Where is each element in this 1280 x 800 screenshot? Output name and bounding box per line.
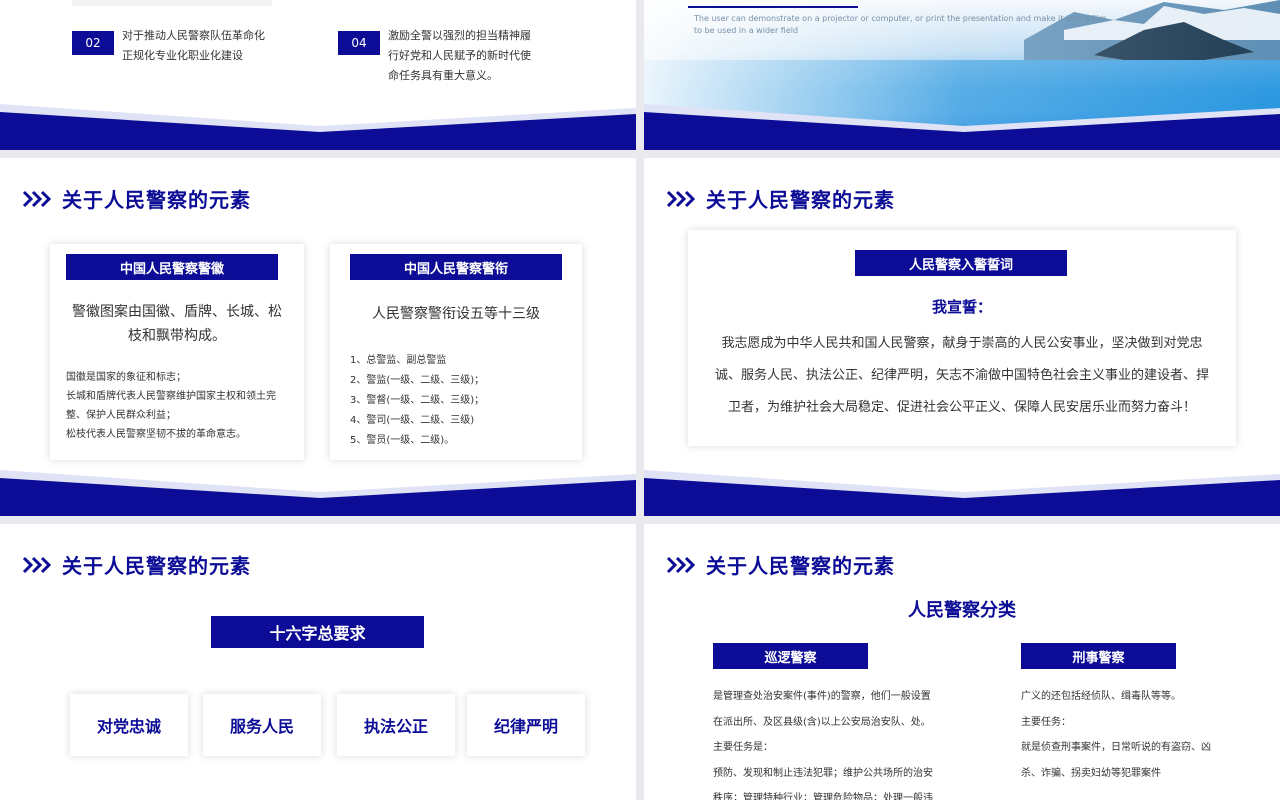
number-badge: 04 <box>338 31 380 55</box>
chevrons-icon <box>666 556 696 574</box>
requirement-card: 纪律严明 <box>467 694 585 756</box>
heading-text: 关于人民警察的元素 <box>62 188 251 212</box>
heading-text: 关于人民警察的元素 <box>706 188 895 212</box>
card-main-text: 人民警察警衔设五等十三级 <box>372 306 540 322</box>
title-underline <box>688 6 858 8</box>
column-text: 广义的还包括经侦队、缉毒队等等。 主要任务： 就是侦查刑事案件，日常听说的有盗窃… <box>1021 684 1241 786</box>
slide-heading: 关于人民警察的元素 <box>22 550 251 579</box>
chevrons-icon <box>22 556 52 574</box>
requirement-card: 执法公正 <box>337 694 455 756</box>
list-item: 国徽是国家的象征和标志； <box>66 372 186 383</box>
number-badge: 02 <box>72 31 114 55</box>
slide-thumbnail-3[interactable]: 关于人民警察的元素 中国人民警察警徽 警徽图案由国徽、盾牌、长城、松枝和飘带构成… <box>0 158 636 516</box>
requirement-card: 对党忠诚 <box>70 694 188 756</box>
list-item: 是管理查处治安案件(事件)的警察，他们一般设置 <box>713 691 931 702</box>
requirement-card: 服务人民 <box>203 694 321 756</box>
heading-text: 关于人民警察的元素 <box>62 554 251 578</box>
list-item: 长城和盾牌代表人民警察维护国家主权和领土完整、保护人民群众利益； <box>66 391 276 421</box>
bottom-wave-band <box>644 470 1280 516</box>
list-item: 广义的还包括经侦队、缉毒队等等。 <box>1021 691 1181 702</box>
heading-text: 关于人民警察的元素 <box>706 554 895 578</box>
caption-text: The user can demonstrate on a projector … <box>694 14 1107 35</box>
oath-title: 我宣誓： <box>931 298 992 316</box>
list-item: 4、警司(一级、二级、三级) <box>350 415 475 426</box>
bottom-wave-band <box>644 104 1280 150</box>
bottom-wave-band <box>0 104 636 150</box>
list-item: 主要任务： <box>1021 716 1071 728</box>
slide-heading: 关于人民警察的元素 <box>22 184 251 213</box>
chevrons-icon <box>666 190 696 208</box>
card-main-text: 警徽图案由国徽、盾牌、长城、松枝和飘带构成。 <box>72 304 282 344</box>
emblem-card: 中国人民警察警徽 警徽图案由国徽、盾牌、长城、松枝和飘带构成。 国徽是国家的象征… <box>50 244 304 460</box>
card-label: 中国人民警察警徽 <box>66 254 278 280</box>
list-item: 5、警员(一级、二级)。 <box>350 435 455 446</box>
slide-thumbnail-5[interactable]: 关于人民警察的元素 十六字总要求 对党忠诚 服务人民 执法公正 纪律严明 <box>0 524 636 800</box>
slide-thumbnail-2[interactable]: The user can demonstrate on a projector … <box>644 0 1280 150</box>
list-item: 1、总警监、副总警监 <box>350 355 447 366</box>
column-text: 是管理查处治安案件(事件)的警察，他们一般设置 在派出所、及区县级(含)以上公安… <box>713 684 963 800</box>
list-item: 在派出所、及区县级(含)以上公安局治安队、处。 <box>713 716 931 728</box>
item-text: 激励全警以强烈的担当精神履行好党和人民赋予的新时代使命任务具有重大意义。 <box>388 29 531 82</box>
slide-heading: 关于人民警察的元素 <box>666 550 895 579</box>
list-item: 3、警督(一级、二级、三级)； <box>350 395 485 406</box>
oath-text: 我志愿成为中华人民共和国人民警察，献身于崇高的人民公安事业，坚决做到对党忠诚、服… <box>714 336 1209 415</box>
slide-thumbnail-4[interactable]: 关于人民警察的元素 人民警察入警誓词 我宣誓： 我志愿成为中华人民共和国人民警察… <box>644 158 1280 516</box>
slide-heading: 关于人民警察的元素 <box>666 184 895 213</box>
bottom-wave-band <box>0 470 636 516</box>
slide-thumbnail-1[interactable]: 02 对于推动人民警察队伍革命化正规化专业化职业化建设 04 激励全警以强烈的担… <box>0 0 636 150</box>
item-text: 对于推动人民警察队伍革命化正规化专业化职业化建设 <box>122 29 265 62</box>
card-label: 人民警察入警誓词 <box>855 250 1067 276</box>
card-list: 1、总警监、副总警监 2、警监(一级、二级、三级)； 3、警督(一级、二级、三级… <box>350 351 570 451</box>
card-list: 国徽是国家的象征和标志； 长城和盾牌代表人民警察维护国家主权和领土完整、保护人民… <box>66 368 292 444</box>
list-item: 松枝代表人民警察坚韧不拔的革命意志。 <box>66 429 246 440</box>
list-item: 杀、诈骗、拐卖妇幼等犯罪案件 <box>1021 767 1161 779</box>
column-label: 巡逻警察 <box>713 643 868 669</box>
chevrons-icon <box>22 190 52 208</box>
list-item: 秩序；管理特种行业；管理危险物品；处理一般违 <box>713 793 933 800</box>
section-title: 人民警察分类 <box>908 600 1016 621</box>
section-title: 十六字总要求 <box>211 616 424 648</box>
list-item: 主要任务是： <box>713 742 773 753</box>
column-label: 刑事警察 <box>1021 643 1176 669</box>
oath-card: 人民警察入警誓词 我宣誓： 我志愿成为中华人民共和国人民警察，献身于崇高的人民公… <box>688 230 1236 446</box>
card-label: 中国人民警察警衔 <box>350 254 562 280</box>
list-item: 就是侦查刑事案件，日常听说的有盗窃、凶 <box>1021 742 1211 753</box>
slide-thumbnail-6[interactable]: 关于人民警察的元素 人民警察分类 巡逻警察 是管理查处治安案件(事件)的警察，他… <box>644 524 1280 800</box>
list-item: 2、警监(一级、二级、三级)； <box>350 375 485 386</box>
cropped-text-fragment <box>72 0 272 6</box>
rank-card: 中国人民警察警衔 人民警察警衔设五等十三级 1、总警监、副总警监 2、警监(一级… <box>330 244 582 460</box>
list-item: 预防、发现和制止违法犯罪；维护公共场所的治安 <box>713 767 933 779</box>
